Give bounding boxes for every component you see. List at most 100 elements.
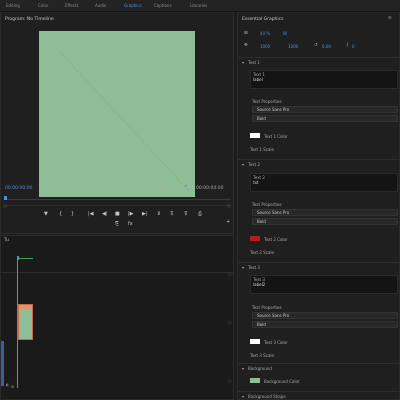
color-label: Text 2 Color (264, 237, 288, 242)
section-divider (238, 159, 399, 160)
graphic-clip-header (19, 305, 32, 309)
resolution-chevron-icon[interactable]: ▾ (167, 186, 169, 192)
wrench-icon[interactable]: 🔧 (184, 185, 190, 191)
font-dropdown-value: Source Sans Pro (257, 107, 290, 112)
font-dropdown-value: Source Sans Pro (257, 210, 290, 215)
text-properties-label: Text Properties (252, 99, 282, 104)
font-dropdown[interactable]: Source Sans Pro (252, 106, 398, 113)
program-monitor-frame[interactable] (39, 31, 195, 197)
essential-graphics-panel: Essential Graphics ≡ ⊞ 44 % W ✥ 1000 100… (237, 12, 400, 400)
section-collapse-icon[interactable]: ▾ (242, 265, 244, 270)
transform-x[interactable]: 44 % (260, 31, 270, 36)
text-field-value[interactable]: txt (253, 180, 259, 185)
step-forward-icon[interactable]: |▶ (128, 211, 134, 217)
track-selector[interactable] (1, 341, 4, 386)
stop-icon[interactable]: ■ (115, 211, 120, 217)
position-x[interactable]: 1000 (260, 44, 270, 49)
text-field-value[interactable]: label2 (253, 282, 265, 287)
font-dropdown-value: Source Sans Pro (257, 313, 290, 318)
style-dropdown-value: Bold (257, 219, 266, 224)
zoom-handle-icon[interactable]: ◐ (6, 382, 10, 387)
frame-diagonal-line (58, 50, 190, 192)
style-dropdown[interactable]: Bold (252, 321, 398, 328)
work-area-bar[interactable] (17, 258, 33, 259)
fx-icon[interactable]: fx (128, 221, 133, 227)
background-color-swatch[interactable] (250, 378, 260, 383)
program-timecode-out: 00:00:04:00 (196, 186, 224, 191)
go-to-out-icon[interactable]: ▶| (142, 211, 148, 217)
section-divider (238, 391, 399, 392)
graphic-clip[interactable] (18, 304, 33, 340)
fit-chevron-icon[interactable]: ▾ (59, 186, 61, 192)
text-field[interactable]: Text 2 txt (250, 173, 398, 192)
rotation-value[interactable]: 0.00 (322, 44, 331, 49)
align-icon[interactable]: ⊞ (244, 31, 248, 37)
timeline-panel: Tu ○ ○ ○ ◐ ⊞ (0, 235, 234, 400)
insert-icon[interactable]: ⊻ (157, 211, 161, 217)
font-dropdown[interactable]: Source Sans Pro (252, 209, 398, 216)
color-label: Text 3 Color (264, 340, 288, 345)
program-monitor-title: Program: No Timeline (5, 17, 54, 22)
font-dropdown[interactable]: Source Sans Pro (252, 312, 398, 319)
add-button-icon[interactable]: + (226, 219, 230, 225)
transform-y[interactable]: W (283, 31, 287, 36)
comparison-view-icon[interactable]: ⎘ (115, 221, 119, 227)
section-collapse-icon[interactable]: ▾ (242, 366, 244, 371)
zoom-bar[interactable] (5, 205, 231, 206)
scroll-handle-bottom-icon[interactable]: ○ (228, 378, 232, 383)
playhead-marker[interactable] (4, 196, 7, 200)
program-timecode-in[interactable]: 00:00:00:00 (5, 186, 32, 192)
zoom-handle-left-icon[interactable]: ○ (3, 203, 7, 208)
scale-label: Text 1 Scale (250, 147, 274, 152)
workspace-captions[interactable]: Captions (154, 3, 172, 8)
scroll-handle-mid-icon[interactable]: ○ (228, 320, 232, 325)
scale-label: Text 2 Scale (250, 250, 274, 255)
section-header: Text 3 (248, 265, 260, 270)
color-swatch[interactable] (250, 236, 260, 241)
opacity-icon: { (346, 43, 349, 48)
scrub-bar[interactable] (5, 199, 231, 200)
workspace-effects[interactable]: Effects (65, 3, 79, 8)
text-field[interactable]: Text 1 label (250, 70, 398, 89)
workspace-audio[interactable]: Audio (95, 3, 106, 8)
export-frame-icon[interactable]: ⎙ (198, 211, 202, 217)
color-swatch[interactable] (250, 339, 260, 344)
background-color-label: Background Color (264, 379, 300, 384)
footer-section-header: Background Shape (248, 394, 286, 399)
text-properties-label: Text Properties (252, 202, 282, 207)
position-icon: ✥ (244, 43, 248, 48)
section-header: Text 1 (248, 60, 260, 65)
workspace-color[interactable]: Color (38, 3, 48, 8)
section-collapse-icon[interactable]: ▾ (242, 394, 244, 399)
resolution-dropdown[interactable]: Full (157, 186, 165, 192)
mark-in-icon[interactable]: { (59, 211, 62, 217)
workspace-editing[interactable]: Editing (6, 3, 20, 8)
fit-dropdown[interactable]: Fit (49, 186, 54, 192)
zoom-handle-right-icon[interactable]: ○ (227, 203, 231, 208)
workspace-libraries[interactable]: Libraries (190, 3, 207, 8)
go-to-in-icon[interactable]: |◀ (88, 211, 94, 217)
rotation-icon: ↺ (314, 43, 318, 48)
position-y[interactable]: 1000 (288, 44, 298, 49)
style-dropdown[interactable]: Bold (252, 218, 398, 225)
scale-label: Text 3 Scale (250, 353, 274, 358)
timeline-tab-title[interactable]: Tu (4, 238, 9, 244)
text-field[interactable]: Text 3 label2 (250, 275, 398, 294)
step-back-icon[interactable]: ◀| (102, 211, 108, 217)
scroll-handle-top-icon[interactable]: ○ (228, 272, 232, 277)
section-collapse-icon[interactable]: ▾ (242, 60, 244, 65)
opacity-value[interactable]: 0 (352, 44, 355, 49)
color-swatch[interactable] (250, 133, 260, 138)
style-dropdown[interactable]: Bold (252, 115, 398, 122)
overwrite-icon[interactable]: ⊼ (170, 211, 174, 217)
panel-menu-icon[interactable]: ≡ (388, 16, 392, 22)
section-collapse-icon[interactable]: ▾ (242, 162, 244, 167)
text-field-value[interactable]: label (253, 77, 263, 82)
workspace-graphics[interactable]: Graphics (124, 3, 142, 8)
lift-icon[interactable]: ⊽ (184, 211, 188, 217)
timeline-zoom-icon[interactable]: ⊞ (11, 384, 14, 389)
color-label: Text 1 Color (264, 134, 288, 139)
section-divider (238, 262, 399, 263)
mark-out-icon[interactable]: } (71, 211, 74, 217)
add-marker-icon[interactable]: ▼ (44, 211, 48, 217)
